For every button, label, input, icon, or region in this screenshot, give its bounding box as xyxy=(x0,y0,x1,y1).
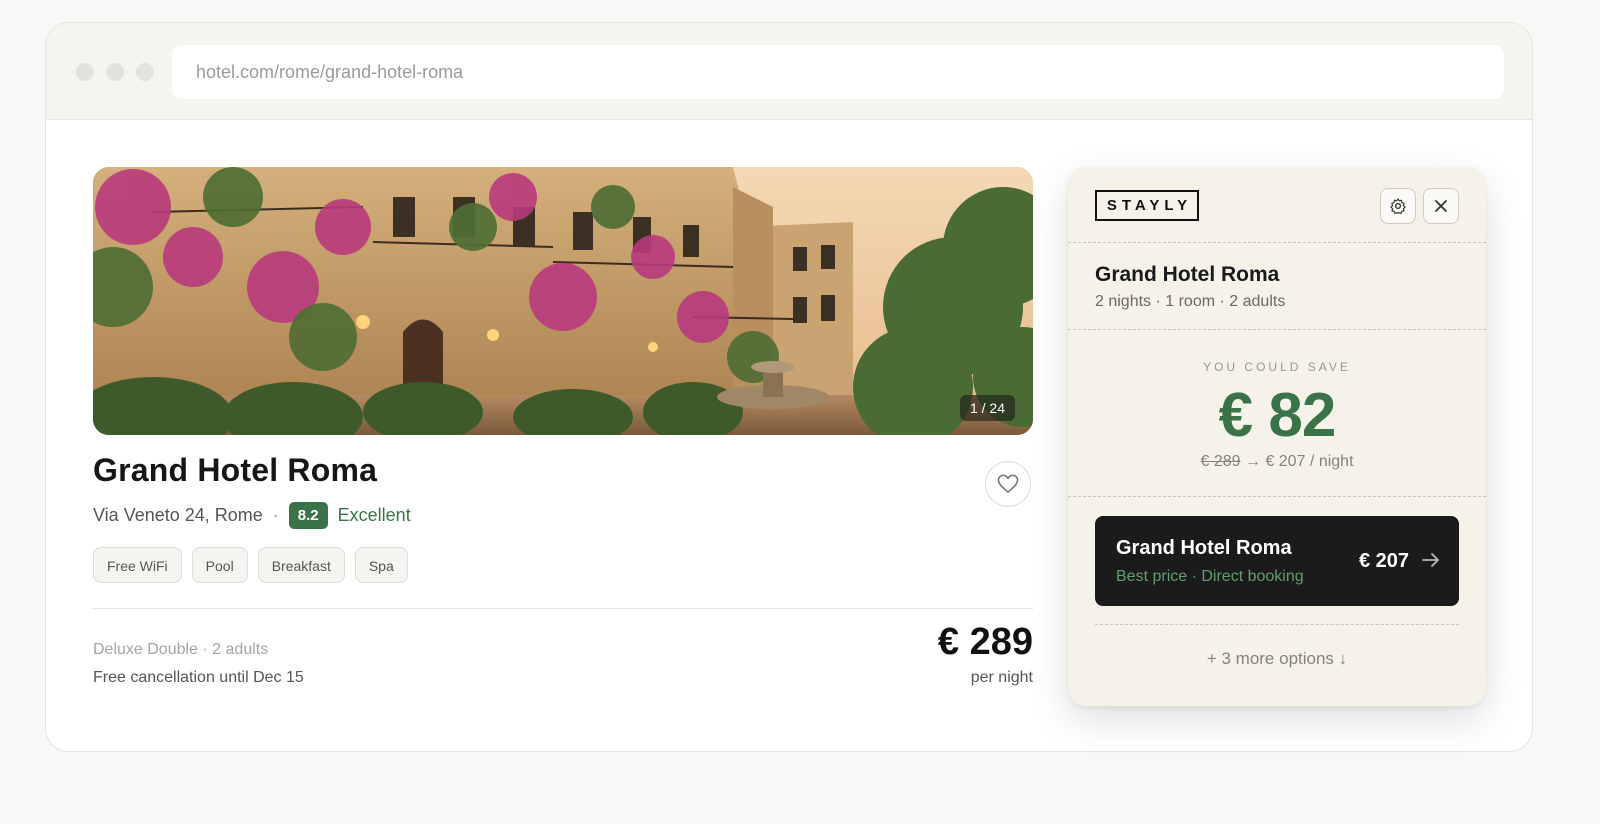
address-bar[interactable]: hotel.com/rome/grand-hotel-roma xyxy=(172,45,1504,99)
room-price: € 289 xyxy=(937,621,1033,663)
amenity-chip: Breakfast xyxy=(257,547,345,583)
best-offer-card[interactable]: Grand Hotel Roma Best price · Direct boo… xyxy=(1095,516,1459,606)
hotel-photo[interactable]: 1 / 24 xyxy=(93,167,1033,435)
offer-subtitle: Best price · Direct booking xyxy=(1116,568,1304,585)
window-maximize-dot[interactable] xyxy=(136,63,154,81)
heart-icon xyxy=(997,474,1019,493)
stay-details: 2 nights · 1 room · 2 adults xyxy=(1095,293,1286,310)
photo-counter: 1 / 24 xyxy=(959,395,1015,421)
cancellation-policy: Free cancellation until Dec 15 xyxy=(93,669,304,686)
more-options-link[interactable]: + 3 more options ↓ xyxy=(1068,649,1486,669)
dashed-divider xyxy=(1068,242,1486,243)
close-icon xyxy=(1435,200,1447,212)
window-minimize-dot[interactable] xyxy=(106,63,124,81)
hotel-photo-illustration xyxy=(93,167,1033,435)
offer-price: € 207 xyxy=(1358,550,1409,572)
favorite-button[interactable] xyxy=(985,461,1031,507)
amenity-chip: Spa xyxy=(354,547,408,583)
dashed-divider xyxy=(1068,329,1486,330)
new-price: € 207 / night xyxy=(1265,453,1354,470)
panel-hotel-name: Grand Hotel Roma xyxy=(1095,263,1280,286)
old-price: € 289 xyxy=(1200,453,1241,470)
amenity-chip: Free WiFi xyxy=(93,547,182,583)
savings-amount: € 82 xyxy=(1218,381,1337,450)
amenity-chip: Pool xyxy=(191,547,248,583)
rating-label: Excellent xyxy=(337,504,411,525)
room-type: Deluxe Double · 2 adults xyxy=(93,641,269,658)
savings-label: YOU COULD SAVE xyxy=(1203,360,1351,374)
rating-score-badge: 8.2 xyxy=(288,501,328,529)
offer-hotel-name: Grand Hotel Roma xyxy=(1116,537,1292,559)
price-comparison: € 289 → € 207 / night xyxy=(1068,453,1486,471)
settings-button[interactable] xyxy=(1380,188,1416,224)
location-row: Via Veneto 24, Rome · 8.2 Excellent xyxy=(93,500,411,530)
dashed-divider xyxy=(1095,624,1459,625)
amenity-list: Free WiFi Pool Breakfast Spa xyxy=(93,547,408,583)
arrow: → xyxy=(1244,453,1261,470)
close-button[interactable] xyxy=(1423,188,1459,224)
dashed-divider xyxy=(1068,496,1486,497)
divider xyxy=(93,608,1033,609)
price-unit: per night xyxy=(970,669,1033,686)
hotel-address: Via Veneto 24, Rome xyxy=(93,504,263,525)
arrow-right-icon xyxy=(1422,553,1439,567)
gear-icon xyxy=(1390,198,1406,215)
window-close-dot[interactable] xyxy=(76,63,94,81)
browser-toolbar: hotel.com/rome/grand-hotel-roma xyxy=(46,23,1532,120)
separator: · xyxy=(272,504,279,525)
extension-panel: STAYLY Grand Hotel Roma 2 nights · 1 roo… xyxy=(1068,167,1486,706)
hotel-title: Grand Hotel Roma xyxy=(93,452,378,488)
brand-logo: STAYLY xyxy=(1095,190,1199,221)
